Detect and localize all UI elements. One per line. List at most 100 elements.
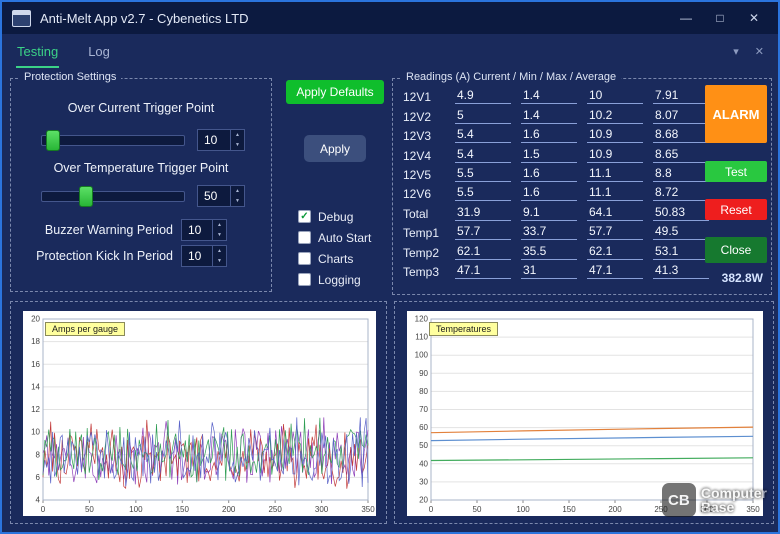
reading-row-temp2: Temp262.135.562.153.1 xyxy=(403,242,719,261)
reading-row-12v2: 12V251.410.28.07 xyxy=(403,106,719,125)
buzzer-warning-label: Buzzer Warning Period xyxy=(13,223,173,237)
average-value: 8.72 xyxy=(653,185,709,201)
average-value: 50.83 xyxy=(653,205,709,221)
min-value: 1.5 xyxy=(521,147,577,163)
svg-text:150: 150 xyxy=(562,505,576,514)
close-button[interactable]: Close xyxy=(705,237,767,263)
over-temperature-decrement-button[interactable]: ▼ xyxy=(231,196,244,206)
svg-text:20: 20 xyxy=(31,315,40,324)
protection-kickin-increment-button[interactable]: ▲ xyxy=(213,246,226,256)
protection-settings-panel: Protection Settings Over Current Trigger… xyxy=(10,78,272,292)
reading-label: 12V4 xyxy=(403,149,455,163)
reset-button[interactable]: Reset xyxy=(705,199,767,220)
reading-row-12v3: 12V35.41.610.98.68 xyxy=(403,126,719,145)
svg-text:150: 150 xyxy=(176,505,190,514)
min-value: 1.4 xyxy=(521,88,577,104)
average-value: 53.1 xyxy=(653,244,709,260)
current-value: 5.5 xyxy=(455,185,511,201)
average-value: 8.8 xyxy=(653,166,709,182)
svg-text:300: 300 xyxy=(315,505,329,514)
over-temperature-increment-button[interactable]: ▲ xyxy=(231,186,244,196)
current-value: 47.1 xyxy=(455,263,511,279)
current-value: 5.4 xyxy=(455,127,511,143)
max-value: 47.1 xyxy=(587,263,643,279)
svg-text:16: 16 xyxy=(31,360,40,369)
minimize-button[interactable]: — xyxy=(672,6,700,30)
average-value: 7.91 xyxy=(653,88,709,104)
unchecked-checkbox-icon[interactable] xyxy=(298,273,311,286)
svg-text:14: 14 xyxy=(31,382,40,391)
apply-defaults-button[interactable]: Apply Defaults xyxy=(286,80,384,104)
unchecked-checkbox-icon[interactable] xyxy=(298,252,311,265)
reading-label: 12V2 xyxy=(403,110,455,124)
over-temperature-label: Over Temperature Trigger Point xyxy=(11,161,271,175)
buzzer-warning-decrement-button[interactable]: ▼ xyxy=(213,230,226,240)
readings-title: Readings (A) Current / Min / Max / Avera… xyxy=(401,71,621,83)
maximize-button[interactable]: □ xyxy=(706,6,734,30)
tab-log[interactable]: Log xyxy=(87,38,111,68)
over-current-increment-button[interactable]: ▲ xyxy=(231,130,244,140)
protection-kickin-decrement-button[interactable]: ▼ xyxy=(213,256,226,266)
checkbox-label: Logging xyxy=(318,273,361,287)
svg-text:4: 4 xyxy=(36,496,41,505)
svg-text:6: 6 xyxy=(36,473,41,482)
reading-label: 12V6 xyxy=(403,187,455,201)
over-temperature-slider[interactable] xyxy=(41,191,185,202)
buzzer-warning-increment-button[interactable]: ▲ xyxy=(213,220,226,230)
min-value: 1.6 xyxy=(521,127,577,143)
current-value: 57.7 xyxy=(455,224,511,240)
svg-text:40: 40 xyxy=(419,459,428,468)
over-temperature-spinner[interactable]: 50▲▼ xyxy=(197,185,245,207)
tab-close-icon[interactable]: ✕ xyxy=(755,45,764,58)
over-current-decrement-button[interactable]: ▼ xyxy=(231,140,244,150)
checkbox-logging[interactable]: Logging xyxy=(298,269,371,290)
max-value: 64.1 xyxy=(587,205,643,221)
over-current-label: Over Current Trigger Point xyxy=(11,101,271,115)
over-current-spinner[interactable]: 10▲▼ xyxy=(197,129,245,151)
max-value: 11.1 xyxy=(587,166,643,182)
checked-checkbox-icon[interactable]: ✓ xyxy=(298,210,311,223)
tab-testing[interactable]: Testing xyxy=(16,38,59,68)
over-current-slider-handle[interactable] xyxy=(46,130,60,151)
alarm-indicator: ALARM xyxy=(705,85,767,143)
svg-text:20: 20 xyxy=(419,496,428,505)
unchecked-checkbox-icon[interactable] xyxy=(298,231,311,244)
titlebar[interactable]: Anti-Melt App v2.7 - Cybenetics LTD — □ … xyxy=(2,2,778,34)
average-value: 8.68 xyxy=(653,127,709,143)
tab-overflow-icon[interactable]: ▾ xyxy=(733,45,739,58)
svg-text:18: 18 xyxy=(31,337,40,346)
computerbase-watermark: CB Computer Base xyxy=(662,483,767,517)
readings-panel: Readings (A) Current / Min / Max / Avera… xyxy=(392,78,772,295)
checkbox-label: Debug xyxy=(318,210,353,224)
max-value: 10 xyxy=(587,88,643,104)
average-value: 49.5 xyxy=(653,224,709,240)
reading-label: Total xyxy=(403,207,455,221)
checkbox-debug[interactable]: ✓ Debug xyxy=(298,206,371,227)
protection-kickin-spinner[interactable]: 10▲▼ xyxy=(181,245,227,267)
reading-label: 12V5 xyxy=(403,168,455,182)
svg-text:350: 350 xyxy=(361,505,375,514)
svg-text:8: 8 xyxy=(36,450,41,459)
average-value: 8.07 xyxy=(653,108,709,124)
buzzer-warning-spinner[interactable]: 10▲▼ xyxy=(181,219,227,241)
power-reading: 382.8W xyxy=(722,271,763,285)
svg-text:120: 120 xyxy=(415,315,429,324)
amps-chart: Amps per gauge 4681012141618200501001502… xyxy=(23,311,376,516)
svg-text:10: 10 xyxy=(31,428,40,437)
reading-label: Temp3 xyxy=(403,265,455,279)
max-value: 10.9 xyxy=(587,147,643,163)
current-value: 5.4 xyxy=(455,147,511,163)
min-value: 1.4 xyxy=(521,108,577,124)
apply-button[interactable]: Apply xyxy=(304,135,366,162)
reading-label: Temp2 xyxy=(403,246,455,260)
test-button[interactable]: Test xyxy=(705,161,767,182)
min-value: 1.6 xyxy=(521,166,577,182)
svg-text:200: 200 xyxy=(222,505,236,514)
over-current-slider[interactable] xyxy=(41,135,185,146)
close-window-button[interactable]: ✕ xyxy=(740,6,768,30)
checkbox-charts[interactable]: Charts xyxy=(298,248,371,269)
svg-text:50: 50 xyxy=(85,505,94,514)
over-temperature-slider-handle[interactable] xyxy=(79,186,93,207)
checkbox-auto-start[interactable]: Auto Start xyxy=(298,227,371,248)
tab-bar: Testing Log ▾ ✕ xyxy=(2,34,778,68)
